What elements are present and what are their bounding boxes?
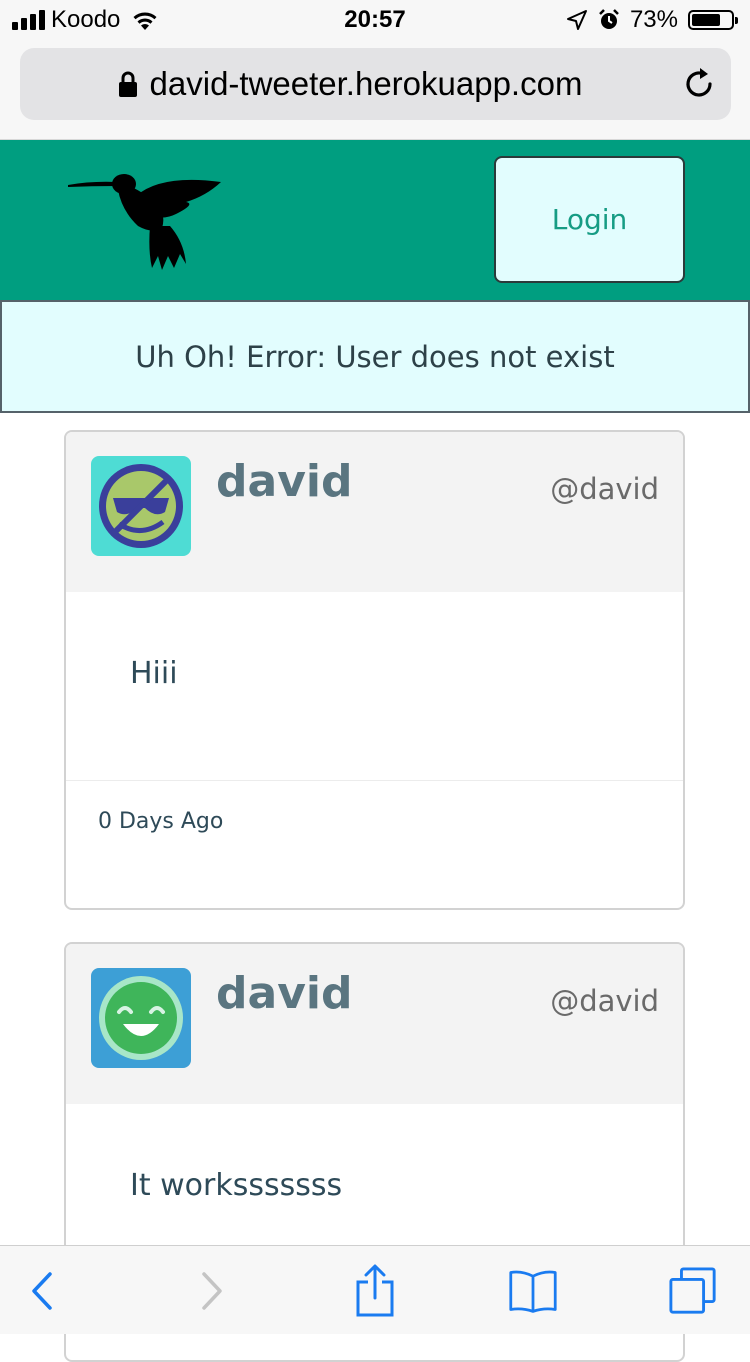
tweet-handle[interactable]: @david	[550, 472, 659, 506]
battery-percent: 73%	[629, 6, 678, 33]
smiling-face-avatar-icon	[99, 976, 183, 1060]
url-text[interactable]: david-tweeter.herokuapp.com	[150, 65, 583, 103]
address-content: david-tweeter.herokuapp.com	[20, 48, 680, 120]
tabs-icon	[669, 1267, 716, 1314]
bookmarks-button[interactable]	[508, 1266, 558, 1316]
status-right: 73%	[566, 6, 738, 34]
forward-button[interactable]	[186, 1266, 236, 1316]
tweet-text: It worksssssss	[130, 1168, 343, 1203]
tweet-card: david @david Hiii 0 Days Ago	[64, 430, 685, 910]
back-icon	[32, 1272, 52, 1310]
tweet-timestamp: 0 Days Ago	[98, 809, 224, 834]
tabs-button[interactable]	[668, 1266, 718, 1316]
address-bar[interactable]: david-tweeter.herokuapp.com	[20, 48, 731, 120]
cool-face-avatar-icon	[99, 464, 183, 548]
tweet-text: Hiii	[130, 656, 178, 691]
lock-icon	[118, 71, 137, 97]
browser-address-area: david-tweeter.herokuapp.com	[0, 40, 750, 140]
browser-toolbar	[0, 1245, 750, 1334]
share-button[interactable]	[350, 1264, 400, 1317]
bookmarks-icon	[509, 1270, 557, 1313]
tweet-author[interactable]: david	[216, 968, 352, 1019]
status-bar: Koodo 20:57 73%	[0, 0, 750, 40]
tweet-author[interactable]: david	[216, 456, 352, 507]
tweet-body: Hiii	[66, 592, 683, 781]
alarm-clock-icon	[599, 9, 619, 29]
site-header: Login	[0, 140, 750, 300]
forward-icon	[202, 1272, 222, 1310]
battery-icon	[688, 10, 738, 30]
tweet-header: david @david	[66, 432, 683, 592]
error-banner: Uh Oh! Error: User does not exist	[0, 300, 750, 413]
smiling-face-avatar[interactable]	[91, 968, 191, 1068]
location-arrow-icon	[566, 10, 587, 30]
battery-fill	[692, 14, 720, 26]
share-icon	[356, 1264, 394, 1317]
tweet-handle[interactable]: @david	[550, 984, 659, 1018]
tweet-header: david @david	[66, 944, 683, 1104]
cool-face-avatar[interactable]	[91, 456, 191, 556]
back-button[interactable]	[18, 1266, 68, 1316]
reload-icon[interactable]	[681, 66, 717, 102]
hummingbird-logo[interactable]	[66, 156, 226, 276]
error-message: Uh Oh! Error: User does not exist	[135, 339, 615, 374]
tweet-footer: 0 Days Ago	[66, 781, 683, 907]
login-button[interactable]: Login	[494, 156, 685, 283]
